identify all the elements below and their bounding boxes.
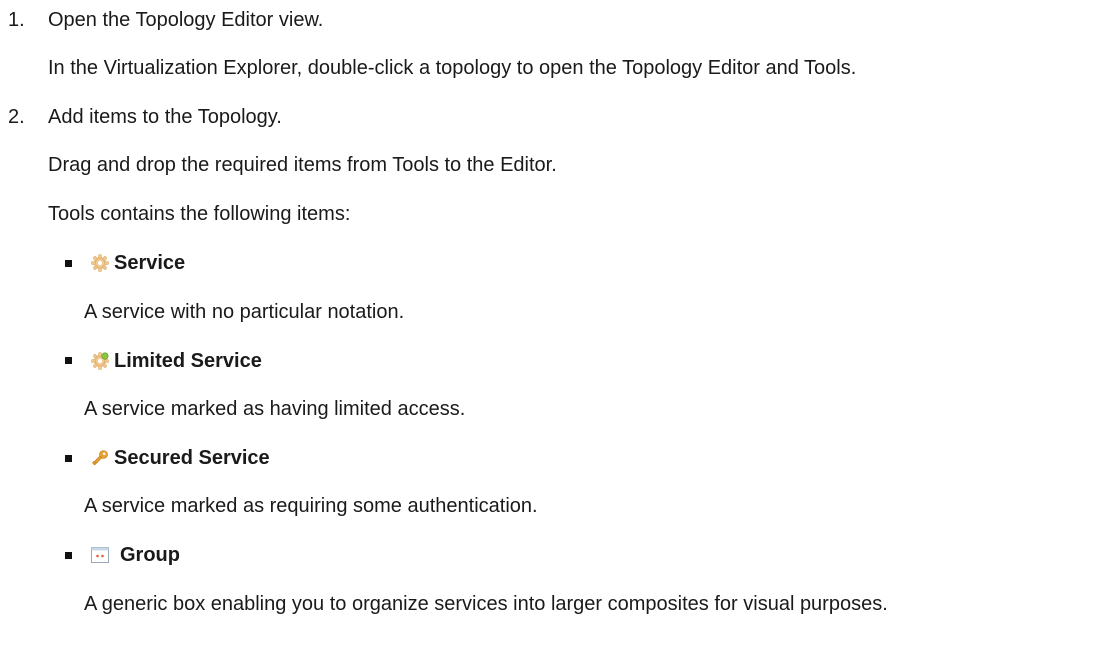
item-limited-service-heading: Limited Service: [90, 349, 262, 373]
step-1-text: In the Virtualization Explorer, double-c…: [48, 57, 857, 79]
step-2-number: 2.: [8, 106, 25, 128]
gear-limited-icon: [90, 351, 110, 371]
item-secured-service-description: A service marked as requiring some authe…: [84, 495, 538, 517]
item-service-heading: Service: [90, 251, 185, 275]
item-secured-service-heading: Secured Service: [90, 446, 270, 470]
step-1-title: Open the Topology Editor view.: [48, 9, 324, 31]
gear-icon: [90, 253, 110, 273]
item-secured-service-label: Secured Service: [114, 447, 270, 469]
item-group-label: Group: [120, 544, 180, 566]
item-group-description: A generic box enabling you to organize s…: [84, 593, 888, 615]
key-icon: [90, 448, 110, 468]
bullet: [65, 260, 72, 267]
bullet: [65, 552, 72, 559]
bullet: [65, 455, 72, 462]
bullet: [65, 357, 72, 364]
item-limited-service-label: Limited Service: [114, 350, 262, 372]
item-service-description: A service with no particular notation.: [84, 301, 405, 323]
step-2-text: Drag and drop the required items from To…: [48, 154, 557, 176]
group-box-icon: [90, 545, 110, 565]
item-service-label: Service: [114, 252, 186, 274]
step-2-intro: Tools contains the following items:: [48, 203, 351, 225]
item-group-heading: Group: [90, 543, 180, 567]
step-1-number: 1.: [8, 9, 25, 31]
step-2-title: Add items to the Topology.: [48, 106, 282, 128]
item-limited-service-description: A service marked as having limited acces…: [84, 398, 466, 420]
